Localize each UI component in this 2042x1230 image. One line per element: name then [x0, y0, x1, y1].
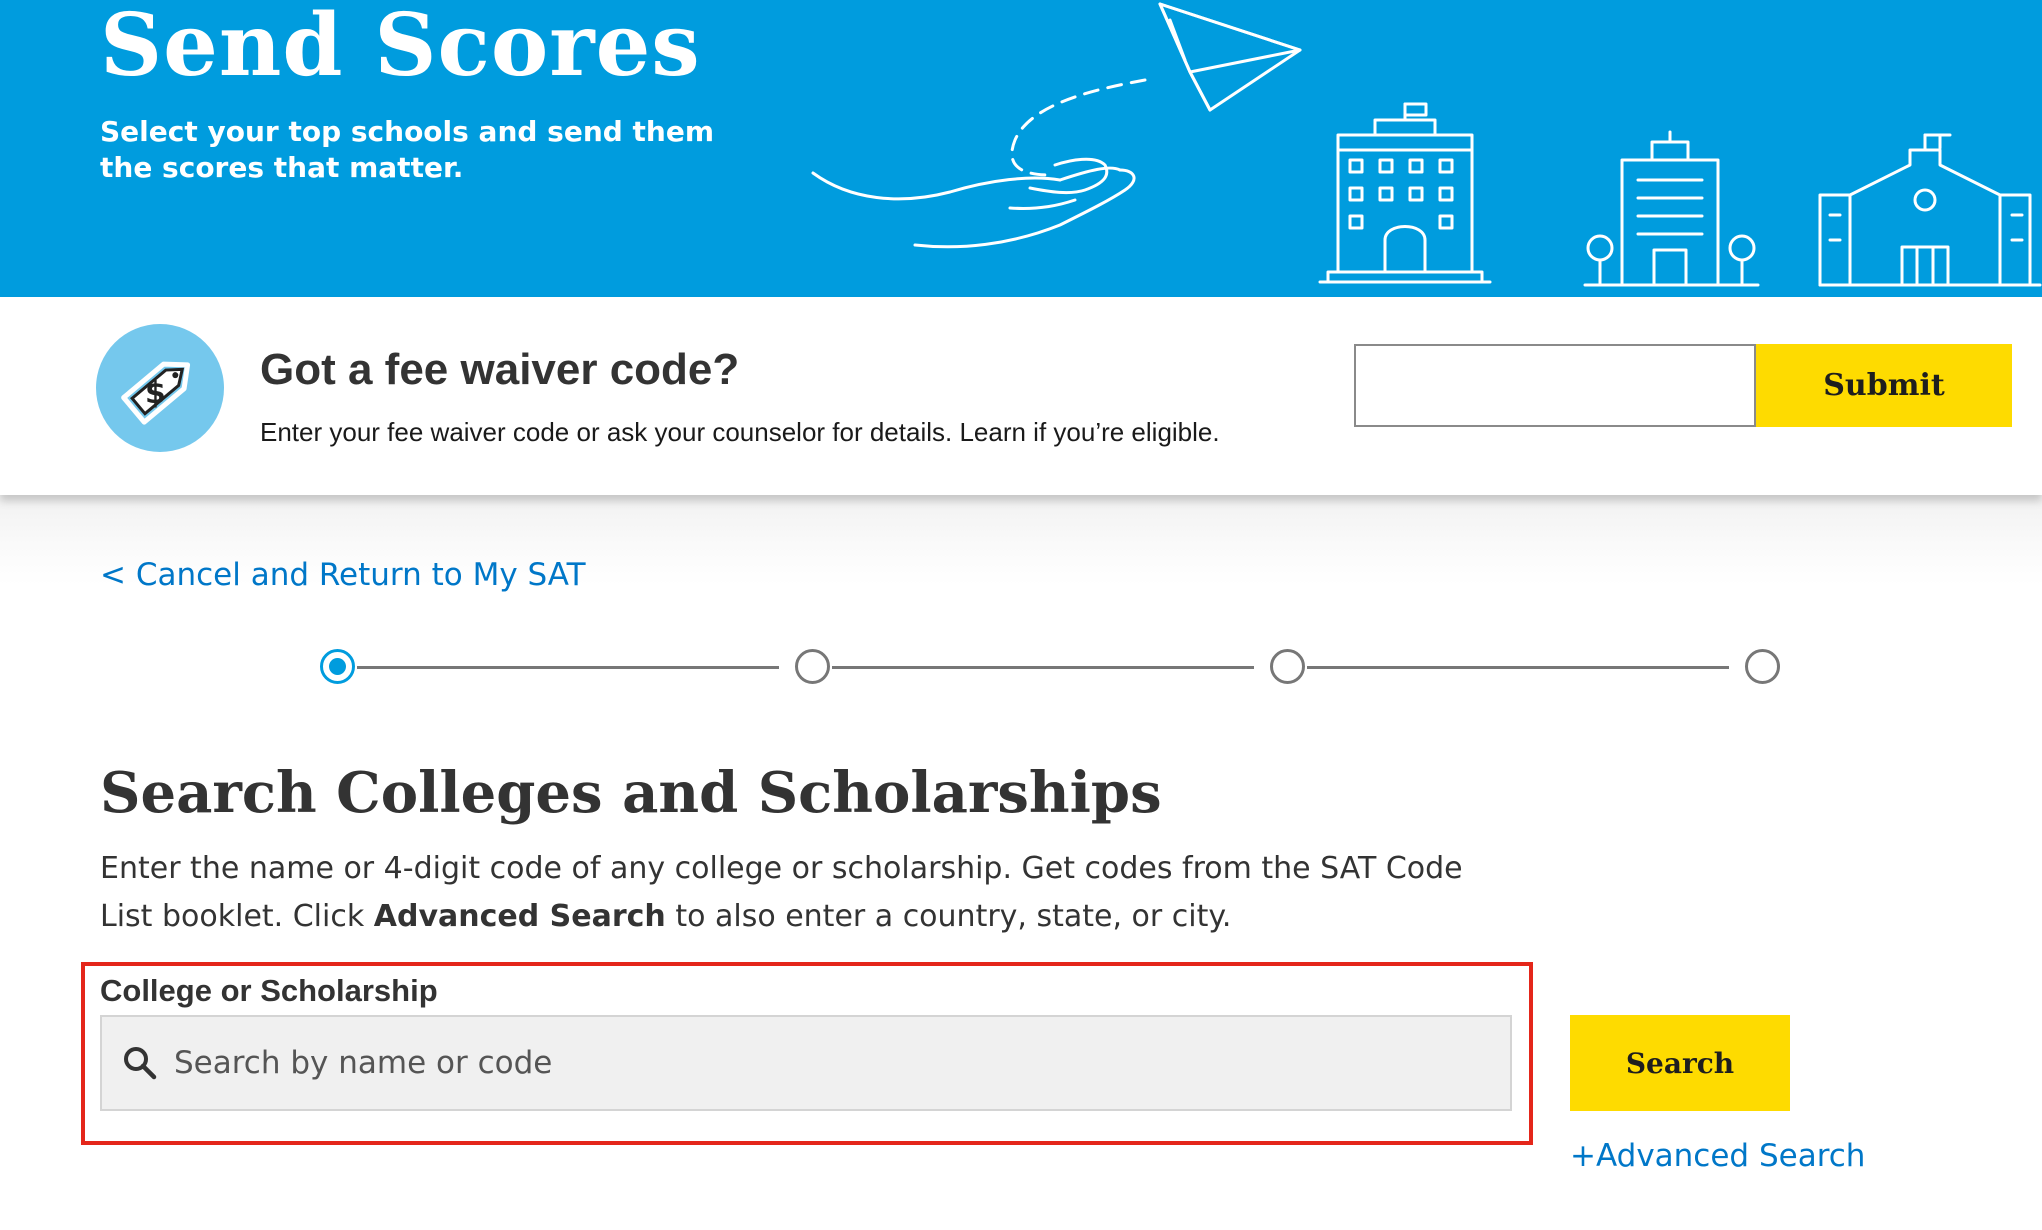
- main-content: < Cancel and Return to My SAT Search Col…: [0, 495, 2042, 1230]
- step-1-indicator: [320, 649, 355, 684]
- step-connector: [357, 666, 779, 669]
- progress-stepper: [320, 649, 1780, 685]
- page-title: Send Scores: [100, 0, 701, 96]
- college-building-icon: [1318, 102, 1492, 284]
- search-field-label: College or Scholarship: [100, 973, 438, 1008]
- search-input[interactable]: [174, 1017, 1494, 1109]
- step-4-indicator: [1745, 649, 1780, 684]
- office-building-icon: [1583, 130, 1760, 287]
- hero-banner: Send Scores Select your top schools and …: [0, 0, 2042, 297]
- fee-waiver-description: Enter your fee waiver code or ask your c…: [260, 417, 1220, 447]
- fee-waiver-title: Got a fee waiver code?: [260, 345, 740, 394]
- send-scores-illustration: [811, 2, 2042, 287]
- search-icon: [124, 1047, 157, 1080]
- cancel-return-link[interactable]: < Cancel and Return to My SAT: [100, 557, 586, 593]
- fee-waiver-section: $ Got a fee waiver code? Enter your fee …: [0, 297, 2042, 495]
- paper-plane-icon: [1158, 2, 1302, 112]
- advanced-search-link[interactable]: +Advanced Search: [1570, 1138, 1865, 1174]
- fee-waiver-code-input[interactable]: [1354, 344, 1756, 427]
- hero-subtitle: Select your top schools and send them th…: [100, 115, 715, 184]
- step-connector: [1307, 666, 1729, 669]
- svg-text:$: $: [145, 376, 166, 411]
- price-tag-dollar-icon: $: [96, 324, 224, 452]
- section-description: Enter the name or 4-digit code of any co…: [100, 845, 1500, 941]
- step-connector: [832, 666, 1254, 669]
- description-text: to also enter a country, state, or city.: [665, 899, 1232, 934]
- search-field[interactable]: [100, 1015, 1512, 1111]
- school-building-icon: [1818, 133, 2042, 287]
- step-2-indicator: [795, 649, 830, 684]
- fee-waiver-submit-button[interactable]: Submit: [1756, 344, 2012, 427]
- hand-icon: [811, 157, 1136, 249]
- search-button[interactable]: Search: [1570, 1015, 1790, 1111]
- step-3-indicator: [1270, 649, 1305, 684]
- section-title: Search Colleges and Scholarships: [100, 760, 1162, 826]
- description-bold-text: Advanced Search: [373, 899, 666, 934]
